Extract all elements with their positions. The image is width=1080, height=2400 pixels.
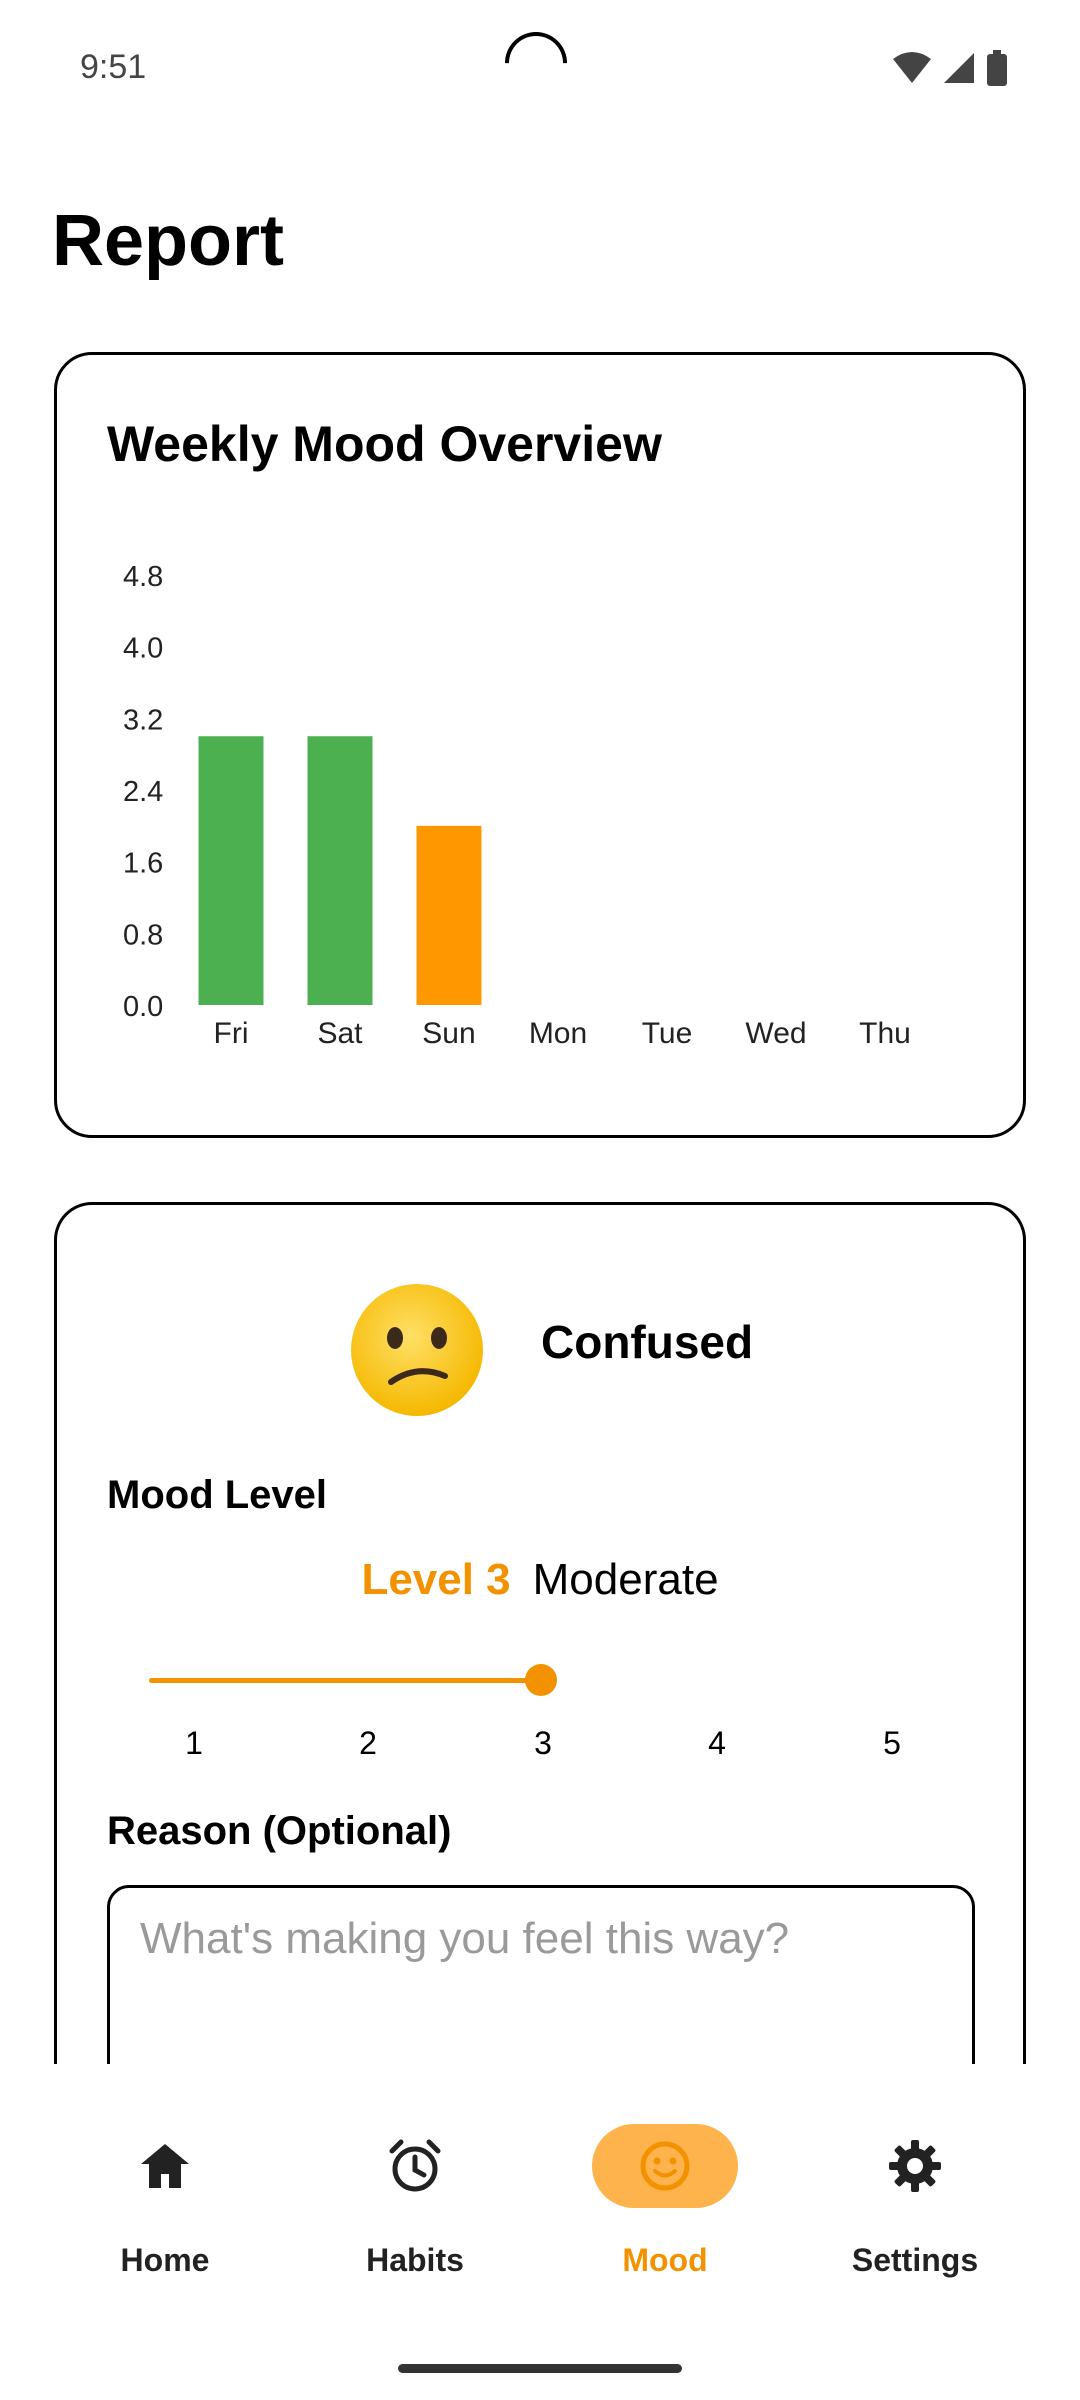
x-tick-label: Thu: [859, 1017, 911, 1050]
nav-label-home: Home: [120, 2242, 210, 2278]
level-row: Level 3 Moderate: [57, 1555, 1023, 1605]
mood-level-slider[interactable]: [149, 1660, 949, 1700]
slider-tick-2: 2: [359, 1725, 377, 1761]
slider-tick-4: 4: [708, 1725, 726, 1761]
y-tick-label: 1.6: [123, 848, 163, 880]
slider-tick-3: 3: [534, 1725, 552, 1761]
nav-label-mood: Mood: [622, 2242, 708, 2278]
bar-fri: [198, 736, 264, 1005]
camera-cutout: [492, 19, 580, 107]
x-tick-label: Mon: [529, 1017, 587, 1050]
signal-icon: [944, 53, 974, 83]
nav-icon-container: [342, 2124, 488, 2208]
smiley-icon: [640, 2141, 690, 2191]
status-bar: 9:51: [0, 0, 1080, 130]
x-tick-label: Sat: [317, 1017, 363, 1050]
nav-item-settings[interactable]: Settings: [815, 2124, 1015, 2284]
home-icon: [141, 2144, 189, 2188]
bar-sun: [416, 825, 482, 1005]
x-tick-label: Tue: [642, 1017, 693, 1050]
level-description: Moderate: [532, 1555, 719, 1604]
nav-label-settings: Settings: [851, 2242, 979, 2278]
weekly-mood-chart: 0.0 0.8 1.6 2.4 3.2 4.0 4.8 Fri Sat Sun Mon Tue Wed T…: [123, 561, 911, 1050]
home-indicator[interactable]: [398, 2364, 682, 2373]
y-tick-label: 3.2: [123, 704, 163, 736]
mood-name: Confused: [541, 1316, 754, 1368]
slider-ticks: 1 2 3 4 5: [57, 1725, 1023, 1775]
nav-item-habits[interactable]: Habits: [315, 2124, 515, 2284]
mood-level-label: Mood Level: [107, 1473, 328, 1517]
bottom-navigation: Home Habits Mood Settings: [0, 2064, 1080, 2400]
reason-label: Reason (Optional): [107, 1809, 452, 1853]
status-icons: [892, 50, 1008, 86]
x-tick-label: Fri: [214, 1017, 249, 1050]
nav-item-mood[interactable]: Mood: [565, 2124, 765, 2284]
y-tick-label: 0.0: [123, 991, 163, 1023]
y-tick-label: 4.8: [123, 561, 163, 593]
alarm-clock-icon: [389, 2139, 441, 2192]
wifi-icon: [893, 52, 931, 83]
weekly-mood-card: Weekly Mood Overview 0.0 0.8 1.6 2.4 3.2 4.0 4…: [54, 352, 1026, 1138]
x-tick-label: Sun: [422, 1017, 475, 1050]
page-title: Report: [52, 201, 284, 281]
y-tick-label: 2.4: [123, 776, 163, 808]
slider-active-track: [149, 1678, 541, 1683]
status-time: 9:51: [80, 48, 147, 86]
battery-icon: [987, 50, 1007, 86]
level-number: Level 3: [361, 1555, 511, 1604]
nav-icon-container: [592, 2124, 738, 2208]
slider-tick-1: 1: [185, 1725, 203, 1761]
x-tick-label: Wed: [745, 1017, 806, 1050]
bar-sat: [307, 736, 373, 1005]
gear-icon: [889, 2140, 941, 2192]
nav-label-habits: Habits: [366, 2242, 464, 2278]
nav-item-home[interactable]: Home: [65, 2124, 265, 2284]
slider-thumb[interactable]: [525, 1664, 557, 1696]
confused-face-icon: [351, 1284, 483, 1416]
nav-icon-container: [92, 2124, 238, 2208]
mood-entry-card: Confused Mood Level Level 3 Moderate 1 2 3 4…: [54, 1202, 1026, 2125]
slider-tick-5: 5: [883, 1725, 901, 1761]
nav-icon-container: [842, 2124, 988, 2208]
y-tick-label: 0.8: [123, 919, 163, 951]
y-tick-label: 4.0: [123, 633, 163, 665]
